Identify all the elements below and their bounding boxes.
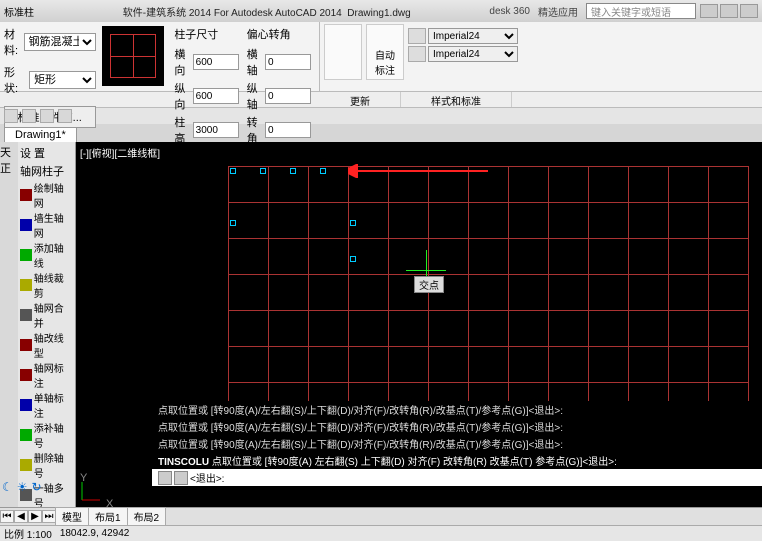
qt-4[interactable]: [58, 109, 72, 123]
title-bar: 标准柱 软件-建筑系统 2014 For Autodesk AutoCAD 20…: [0, 0, 762, 22]
shape-select[interactable]: 矩形: [29, 71, 95, 89]
grip[interactable]: [350, 168, 356, 174]
status-scale[interactable]: 比例 1:100: [4, 526, 52, 541]
palette-group-axis[interactable]: 轴网柱子: [18, 162, 75, 180]
palette-item-icon: [20, 429, 32, 441]
cmd-active-line: TINSCOLU 点取位置或 [转90度(A) 左右翻(S) 上下翻(D) 对齐…: [152, 452, 762, 469]
palette-item-icon: [20, 249, 32, 261]
osnap-tooltip: 交点: [414, 276, 444, 293]
grip[interactable]: [320, 168, 326, 174]
grip[interactable]: [350, 220, 356, 226]
command-input[interactable]: <退出>:: [152, 469, 762, 486]
palette-item-icon: [20, 459, 32, 471]
material-label: 材料:: [4, 26, 22, 58]
grip[interactable]: [290, 168, 296, 174]
width-input[interactable]: [193, 54, 239, 70]
tab-layout2[interactable]: 布局2: [127, 507, 167, 526]
tab-layout1[interactable]: 布局1: [88, 507, 128, 526]
shape-label: 形状:: [4, 64, 27, 96]
column-properties-panel: 材料: 钢筋混凝土 形状: 矩形 标准构件库... 柱子尺寸 横向 纵向 柱高 …: [0, 22, 320, 91]
style-icon-2[interactable]: [408, 46, 426, 62]
palette-item[interactable]: 删除轴号: [18, 450, 75, 480]
rot-x-input[interactable]: [265, 54, 311, 70]
layout-nav-last[interactable]: ⏭: [42, 510, 56, 523]
qt-1[interactable]: [4, 109, 18, 123]
grip[interactable]: [350, 256, 356, 262]
cmd-icon: [174, 471, 188, 485]
palette-item-icon: [20, 189, 32, 201]
palette-item[interactable]: 轴网标注: [18, 360, 75, 390]
rot-y-input[interactable]: [265, 88, 311, 104]
drawing-canvas[interactable]: [-][俯视][二维线框] 交点 Y X 点取位置或 [转90度(A)/左右翻(…: [76, 142, 762, 516]
palette-item[interactable]: 绘制轴网: [18, 180, 75, 210]
ribbon-group-labels: 更新 样式和标准: [0, 92, 762, 108]
minimize-button[interactable]: [700, 4, 718, 18]
view-mode-tools: ☾ ☀ ↻: [2, 480, 42, 494]
layout-nav-next[interactable]: ▶: [28, 510, 42, 523]
qt-3[interactable]: [40, 109, 54, 123]
palette-header-strip: 天正: [0, 142, 18, 516]
app-title: 软件-建筑系统 2014 For Autodesk AutoCAD 2014 D…: [44, 4, 489, 19]
grip[interactable]: [230, 220, 236, 226]
palette-group-settings[interactable]: 设 置: [18, 144, 75, 162]
palette-item[interactable]: 单轴标注: [18, 390, 75, 420]
rotation-header: 偏心转角: [247, 26, 311, 42]
palette-item-icon: [20, 339, 32, 351]
ucs-icon: [78, 480, 102, 504]
status-coords: 18042.9, 42942: [60, 528, 130, 539]
maximize-button[interactable]: [720, 4, 738, 18]
layout-nav-first[interactable]: ⏮: [0, 510, 14, 523]
style-select-1[interactable]: Imperial24: [428, 28, 518, 44]
tool-palette: 设 置 轴网柱子 绘制轴网墙生轴网添加轴线轴线裁剪轴网合并轴改线型轴网标注单轴标…: [18, 142, 76, 516]
group-style: 样式和标准: [401, 92, 512, 107]
sun-icon[interactable]: ☀: [17, 480, 28, 494]
palette-item[interactable]: 轴网合并: [18, 300, 75, 330]
tab-model[interactable]: 模型: [55, 507, 89, 526]
palette-item[interactable]: 轴线裁剪: [18, 270, 75, 300]
ribbon-btn-1[interactable]: [324, 24, 362, 80]
palette-item[interactable]: 墙生轴网: [18, 210, 75, 240]
qt-2[interactable]: [22, 109, 36, 123]
cmd-history-line: 点取位置或 [转90度(A)/左右翻(S)/上下翻(D)/对齐(F)/改转角(R…: [152, 418, 762, 435]
palette-item[interactable]: 添加轴线: [18, 240, 75, 270]
palette-item-icon: [20, 399, 32, 411]
style-icon-1[interactable]: [408, 28, 426, 44]
palette-item-icon: [20, 219, 32, 231]
layout-nav-prev[interactable]: ◀: [14, 510, 28, 523]
ribbon-right: 自动 标注 Imperial24 Imperial24: [320, 22, 762, 91]
material-select[interactable]: 钢筋混凝土: [24, 33, 96, 51]
grip[interactable]: [260, 168, 266, 174]
panel-name: 标准柱: [4, 4, 44, 19]
close-button[interactable]: [740, 4, 758, 18]
doc-tab-active[interactable]: Drawing1*: [4, 127, 77, 142]
refresh-icon[interactable]: ↻: [32, 480, 42, 494]
style-select-2[interactable]: Imperial24: [428, 46, 518, 62]
cmd-history-line: 点取位置或 [转90度(A)/左右翻(S)/上下翻(D)/对齐(F)/改转角(R…: [152, 401, 762, 418]
cmd-history-line: 点取位置或 [转90度(A)/左右翻(S)/上下翻(D)/对齐(F)/改转角(R…: [152, 435, 762, 452]
rot-angle-input[interactable]: [265, 122, 311, 138]
document-tabs: Drawing1*: [0, 124, 762, 142]
cmd-icon: [158, 471, 172, 485]
palette-item-icon: [20, 279, 32, 291]
tab-featured[interactable]: 精选应用: [538, 4, 578, 19]
palette-item[interactable]: 添补轴号: [18, 420, 75, 450]
depth-input[interactable]: [193, 88, 239, 104]
moon-icon[interactable]: ☾: [2, 480, 13, 494]
view-label: [-][俯视][二维线框]: [80, 145, 160, 160]
palette-item[interactable]: 轴改线型: [18, 330, 75, 360]
height-input[interactable]: [193, 122, 239, 138]
tab-desk360[interactable]: desk 360: [489, 6, 530, 17]
layout-tabs: ⏮ ◀ ▶ ⏭ 模型 布局1 布局2: [0, 507, 762, 525]
grip[interactable]: [230, 168, 236, 174]
palette-item-icon: [20, 309, 32, 321]
quick-tools: [0, 108, 762, 124]
command-area: 点取位置或 [转90度(A)/左右翻(S)/上下翻(D)/对齐(F)/改转角(R…: [152, 401, 762, 486]
group-update: 更新: [320, 92, 401, 107]
status-bar: 比例 1:100 18042.9, 42942: [0, 525, 762, 541]
size-header: 柱子尺寸: [174, 26, 238, 42]
column-preview: [102, 26, 165, 86]
palette-item-icon: [20, 369, 32, 381]
ribbon-btn-auto[interactable]: 自动 标注: [366, 24, 404, 80]
help-search[interactable]: 键入关键字或短语: [586, 3, 696, 19]
